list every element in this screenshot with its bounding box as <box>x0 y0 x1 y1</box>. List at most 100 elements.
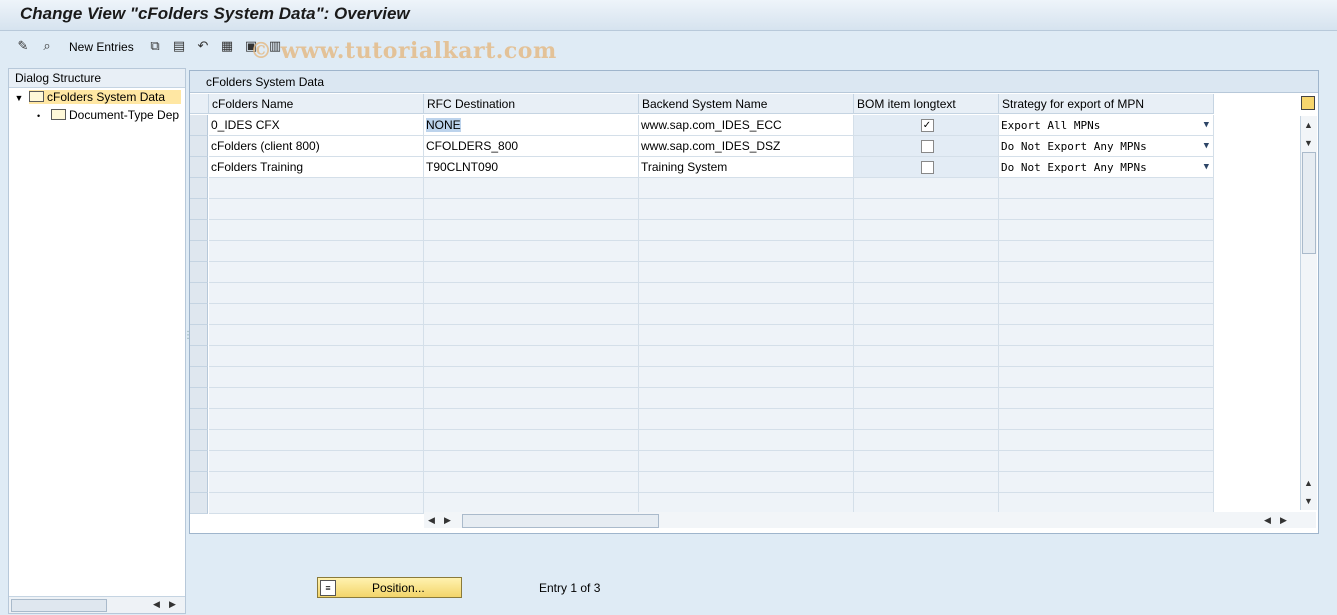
table-vertical-scrollbar[interactable]: ▲ ▼ ▲ ▼ <box>1300 116 1317 510</box>
row-selector[interactable] <box>190 241 208 262</box>
position-button[interactable]: ≡ Position... <box>317 577 462 598</box>
row-selector[interactable] <box>190 136 208 157</box>
scroll-thumb[interactable] <box>11 599 107 612</box>
row-selector[interactable] <box>190 367 208 388</box>
table-cell[interactable]: cFolders (client 800) <box>209 136 424 157</box>
table-cell[interactable]: Training System <box>639 157 854 178</box>
empty-cell <box>424 325 639 346</box>
row-selector[interactable] <box>190 199 208 220</box>
table-cell[interactable]: T90CLNT090 <box>424 157 639 178</box>
row-selector[interactable] <box>190 472 208 493</box>
row-selector[interactable] <box>190 346 208 367</box>
table-cell[interactable]: ✓ <box>854 115 999 136</box>
column-header[interactable]: RFC Destination <box>424 94 639 114</box>
empty-cell <box>639 409 854 430</box>
empty-cell <box>639 262 854 283</box>
empty-cell <box>639 451 854 472</box>
scroll-down-page-icon[interactable]: ▼ <box>1304 138 1313 148</box>
row-selector[interactable] <box>190 304 208 325</box>
table-cell[interactable]: Do Not Export Any MPNs ▼ <box>999 157 1214 178</box>
column-header[interactable]: BOM item longtext <box>854 94 999 114</box>
bom-longtext-checkbox[interactable] <box>920 161 934 175</box>
row-selector[interactable] <box>190 283 208 304</box>
scroll-right-icon[interactable]: ▶ <box>444 515 451 526</box>
row-selector[interactable] <box>190 409 208 430</box>
row-selector[interactable] <box>190 493 208 514</box>
copy-icon[interactable]: ⧉ <box>147 38 163 54</box>
scroll-thumb[interactable] <box>462 514 659 528</box>
row-selector[interactable] <box>190 115 208 136</box>
table-cell[interactable]: cFolders Training <box>209 157 424 178</box>
empty-cell <box>854 430 999 451</box>
scroll-right-end-icon[interactable]: ▶ <box>1280 515 1287 526</box>
select-all-icon[interactable]: ▦ <box>219 38 235 54</box>
empty-cell <box>209 304 424 325</box>
expand-caret-icon[interactable]: ▼ <box>9 89 29 107</box>
table-horizontal-scrollbar[interactable]: ◀ ▶ ◀ ▶ <box>424 512 1316 528</box>
scroll-left-icon[interactable]: ◀ <box>428 515 435 526</box>
scroll-right-icon[interactable]: ▶ <box>169 599 176 610</box>
title-bar: Change View "cFolders System Data": Over… <box>0 0 1337 31</box>
table-title: cFolders System Data <box>190 71 1318 93</box>
scroll-up-icon[interactable]: ▲ <box>1304 120 1313 130</box>
column-header[interactable]: Backend System Name <box>639 94 854 114</box>
row-selector[interactable] <box>190 430 208 451</box>
new-entries-button[interactable]: New Entries <box>69 40 134 54</box>
scroll-left-end-icon[interactable]: ◀ <box>1264 515 1271 526</box>
folder-icon <box>51 109 66 121</box>
table-cell[interactable]: 0_IDES CFX <box>209 115 424 136</box>
dialog-structure-header: Dialog Structure <box>9 69 185 88</box>
scroll-left-icon[interactable]: ◀ <box>153 599 160 610</box>
tree-item-cfolders-system-data[interactable]: ▼ cFolders System Data <box>9 88 184 106</box>
undo-icon[interactable]: ↶ <box>195 38 211 54</box>
tree-item-document-type-dep[interactable]: • Document-Type Dep <box>37 106 179 124</box>
row-selector[interactable] <box>190 388 208 409</box>
table-cell[interactable]: Export All MPNs ▼ <box>999 115 1214 136</box>
row-selector[interactable] <box>190 325 208 346</box>
scroll-down-icon[interactable]: ▼ <box>1304 496 1313 506</box>
row-selector[interactable] <box>190 178 208 199</box>
column-header[interactable]: Strategy for export of MPN <box>999 94 1214 114</box>
find-icon[interactable]: ⌕ <box>39 38 55 54</box>
display-change-icon[interactable]: ✎ <box>15 38 31 54</box>
table-settings-icon[interactable] <box>1301 96 1315 110</box>
empty-cell <box>999 199 1214 220</box>
empty-cell <box>854 241 999 262</box>
empty-cell <box>424 304 639 325</box>
cell-text: NONE <box>426 118 461 132</box>
bom-longtext-checkbox[interactable]: ✓ <box>920 119 934 133</box>
dropdown-arrow-icon[interactable]: ▼ <box>1204 136 1209 156</box>
table-cell[interactable] <box>854 136 999 157</box>
dropdown-arrow-icon[interactable]: ▼ <box>1204 115 1209 135</box>
empty-cell <box>999 451 1214 472</box>
empty-cell <box>424 430 639 451</box>
empty-cell <box>999 472 1214 493</box>
table-cell[interactable]: CFOLDERS_800 <box>424 136 639 157</box>
empty-cell <box>639 304 854 325</box>
empty-cell <box>639 493 854 514</box>
scroll-up-page-icon[interactable]: ▲ <box>1304 478 1313 488</box>
table-cell[interactable]: www.sap.com_IDES_DSZ <box>639 136 854 157</box>
empty-cell <box>999 178 1214 199</box>
dialog-horizontal-scrollbar[interactable]: ◀ ▶ <box>9 596 185 613</box>
tree-item-label: Document-Type Dep <box>69 108 180 122</box>
delete-icon[interactable]: ▤ <box>171 38 187 54</box>
cell-text: cFolders Training <box>211 160 304 174</box>
table-cell[interactable]: www.sap.com_IDES_ECC <box>639 115 854 136</box>
scroll-thumb[interactable] <box>1302 152 1316 254</box>
row-selector[interactable] <box>190 262 208 283</box>
table-cell[interactable] <box>854 157 999 178</box>
row-selector[interactable] <box>190 451 208 472</box>
watermark: © www.tutorialkart.com <box>250 38 557 64</box>
empty-cell <box>854 304 999 325</box>
empty-cell <box>999 493 1214 514</box>
row-selector[interactable] <box>190 157 208 178</box>
column-header[interactable]: cFolders Name <box>209 94 424 114</box>
cell-text: Do Not Export Any MPNs <box>1001 161 1147 174</box>
position-icon: ≡ <box>320 580 336 596</box>
bom-longtext-checkbox[interactable] <box>920 140 934 154</box>
dropdown-arrow-icon[interactable]: ▼ <box>1204 157 1209 177</box>
table-cell[interactable]: NONE <box>424 115 639 136</box>
row-selector[interactable] <box>190 220 208 241</box>
table-cell[interactable]: Do Not Export Any MPNs ▼ <box>999 136 1214 157</box>
